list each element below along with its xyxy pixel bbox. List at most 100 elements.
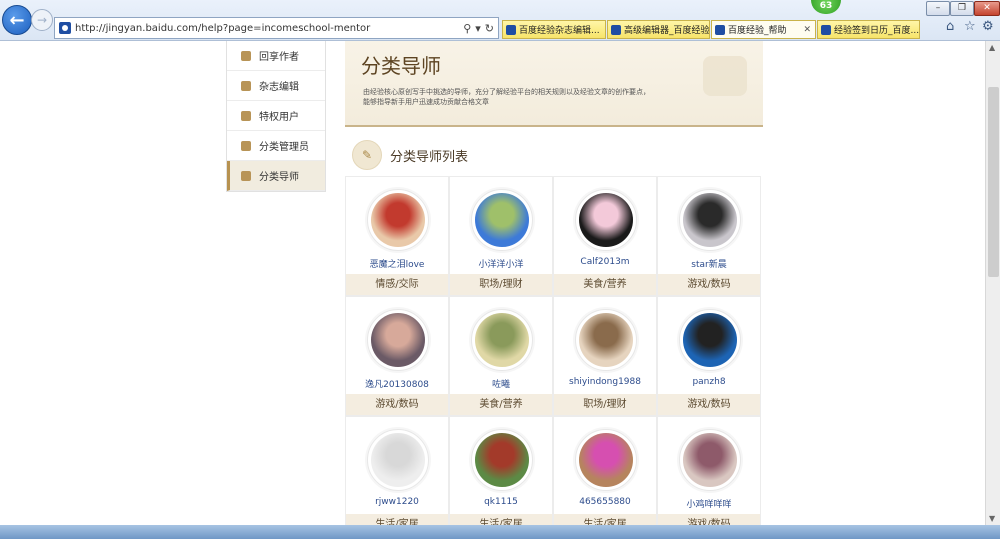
tab-favicon-icon — [821, 24, 831, 35]
sidebar-item-label: 分类管理员 — [259, 142, 309, 153]
scroll-up-icon[interactable]: ▲ — [989, 43, 995, 52]
mentor-name-link[interactable]: shiyindong1988 — [554, 377, 656, 387]
sidebar-item-label: 特权用户 — [259, 112, 299, 123]
avatar[interactable] — [579, 433, 633, 487]
browser-tab-1[interactable]: 百度经验杂志编辑... — [502, 20, 606, 39]
avatar-frame — [679, 189, 741, 251]
avatar[interactable] — [579, 193, 633, 247]
avatar[interactable] — [475, 193, 529, 247]
avatar[interactable] — [475, 313, 529, 367]
mentor-category: 情感/交际 — [346, 274, 448, 295]
sidebar-item-share-author[interactable]: 回享作者 — [227, 41, 325, 71]
tab-label: 经验签到日历_百度... — [834, 26, 920, 36]
avatar-frame — [367, 309, 429, 371]
sidebar-item-category-mentor[interactable]: 分类导师 — [227, 161, 325, 191]
scrollbar-thumb[interactable] — [988, 87, 999, 277]
sidebar-item-label: 分类导师 — [259, 172, 299, 183]
close-window-button[interactable]: ✕ — [974, 1, 1000, 16]
avatar[interactable] — [683, 193, 737, 247]
avatar-frame — [575, 429, 637, 491]
mentor-card[interactable]: Calf2013m 美食/营养 — [553, 176, 657, 296]
admin-icon — [241, 140, 251, 151]
banner-desc-line-1: 由经验核心原创写手中挑选的导师，充分了解经验平台的相关规则以及经验文章的创作要点… — [363, 88, 650, 96]
sidebar-item-label: 回享作者 — [259, 52, 299, 63]
maximize-button[interactable]: ❐ — [950, 1, 974, 16]
tab-label: 高级编辑器_百度经验 — [624, 26, 710, 36]
sidebar-item-privileged-user[interactable]: 特权用户 — [227, 101, 325, 131]
avatar-frame — [471, 189, 533, 251]
mentor-name-link[interactable]: 恶魔之泪love — [346, 257, 448, 270]
avatar[interactable] — [371, 193, 425, 247]
avatar[interactable] — [371, 313, 425, 367]
avatar[interactable] — [579, 313, 633, 367]
browser-chrome: ← → http://jingyan.baidu.com/help?page=i… — [0, 0, 1000, 41]
mentor-category: 美食/营养 — [450, 394, 552, 415]
forward-button[interactable]: → — [31, 9, 53, 31]
browser-tab-2[interactable]: 高级编辑器_百度经验 — [607, 20, 710, 39]
minimize-button[interactable]: – — [926, 1, 950, 16]
sidebar-item-magazine-editor[interactable]: 杂志编辑 — [227, 71, 325, 101]
mentor-icon — [241, 170, 251, 181]
sidebar-item-label: 杂志编辑 — [259, 82, 299, 93]
favorites-star-icon[interactable]: ☆ — [964, 19, 976, 34]
mentor-card[interactable]: 465655880生活/家居 — [553, 416, 657, 536]
section-title: 分类导师列表 — [390, 149, 469, 165]
help-sidebar: 回享作者 杂志编辑 特权用户 分类管理员 分类导师 — [226, 41, 326, 192]
tab-label: 百度经验杂志编辑... — [519, 26, 600, 36]
close-tab-icon[interactable]: ✕ — [803, 25, 811, 35]
tab-favicon-icon — [611, 24, 621, 35]
avatar-frame — [679, 309, 741, 371]
avatar[interactable] — [683, 433, 737, 487]
browser-tab-3[interactable]: 百度经验_帮助 ✕ — [711, 20, 816, 39]
gear-icon[interactable]: ⚙ — [982, 19, 994, 34]
avatar-frame — [367, 429, 429, 491]
mentor-name-link[interactable]: 小洋洋小洋 — [450, 257, 552, 270]
mentor-card[interactable]: 小洋洋小洋 职场/理财 — [449, 176, 553, 296]
back-button[interactable]: ← — [2, 5, 32, 35]
avatar-frame — [575, 189, 637, 251]
mentor-card[interactable]: qk1115生活/家居 — [449, 416, 553, 536]
page-title: 分类导师 — [361, 54, 441, 78]
mentor-name-link[interactable]: 逸凡20130808 — [346, 377, 448, 390]
mentor-card[interactable]: rjww1220生活/家居 — [345, 416, 449, 536]
section-header: ✎ 分类导师列表 — [352, 140, 468, 170]
browser-tab-4[interactable]: 经验签到日历_百度... — [817, 20, 920, 39]
avatar[interactable] — [683, 313, 737, 367]
mentor-name-link[interactable]: 465655880 — [554, 497, 656, 507]
mentor-card[interactable]: 小鸡咩咩咩游戏/数码 — [657, 416, 761, 536]
mentor-card[interactable]: panzh8 游戏/数码 — [657, 296, 761, 416]
address-bar[interactable]: http://jingyan.baidu.com/help?page=incom… — [54, 17, 499, 39]
mentor-category: 游戏/数码 — [658, 274, 760, 295]
home-icon[interactable]: ⌂ — [946, 19, 954, 34]
mentor-name-link[interactable]: rjww1220 — [346, 497, 448, 507]
search-icon[interactable]: ⚲ — [463, 22, 471, 35]
mentor-category: 游戏/数码 — [658, 394, 760, 415]
address-url[interactable]: http://jingyan.baidu.com/help?page=incom… — [75, 23, 463, 34]
dropdown-icon[interactable]: ▾ — [475, 22, 481, 35]
tab-favicon-icon — [506, 24, 516, 35]
avatar-frame — [367, 189, 429, 251]
mentor-card[interactable]: 恶魔之泪love 情感/交际 — [345, 176, 449, 296]
crown-icon — [241, 110, 251, 121]
mentor-name-link[interactable]: qk1115 — [450, 497, 552, 507]
sidebar-item-category-admin[interactable]: 分类管理员 — [227, 131, 325, 161]
mentor-card[interactable]: shiyindong1988 职场/理财 — [553, 296, 657, 416]
vertical-scrollbar[interactable]: ▲ ▼ — [985, 41, 1000, 525]
refresh-icon[interactable]: ↻ — [485, 22, 494, 35]
mentor-name-link[interactable]: star新晨 — [658, 257, 760, 270]
mentor-category: 游戏/数码 — [346, 394, 448, 415]
mentor-name-link[interactable]: panzh8 — [658, 377, 760, 387]
mentor-name-link[interactable]: 咗曦 — [450, 377, 552, 390]
tab-favicon-icon — [715, 24, 725, 35]
mentor-card[interactable]: 咗曦美食/营养 — [449, 296, 553, 416]
notification-badge[interactable]: 63 — [811, 0, 841, 14]
mentor-name-link[interactable]: Calf2013m — [554, 257, 656, 267]
avatar[interactable] — [475, 433, 529, 487]
arrow-right-icon: → — [36, 13, 48, 27]
mentor-card[interactable]: star新晨游戏/数码 — [657, 176, 761, 296]
mentor-card[interactable]: 逸凡20130808 游戏/数码 — [345, 296, 449, 416]
mentor-category: 美食/营养 — [554, 274, 656, 295]
avatar[interactable] — [371, 433, 425, 487]
mentor-name-link[interactable]: 小鸡咩咩咩 — [658, 497, 760, 510]
scroll-down-icon[interactable]: ▼ — [989, 514, 995, 523]
